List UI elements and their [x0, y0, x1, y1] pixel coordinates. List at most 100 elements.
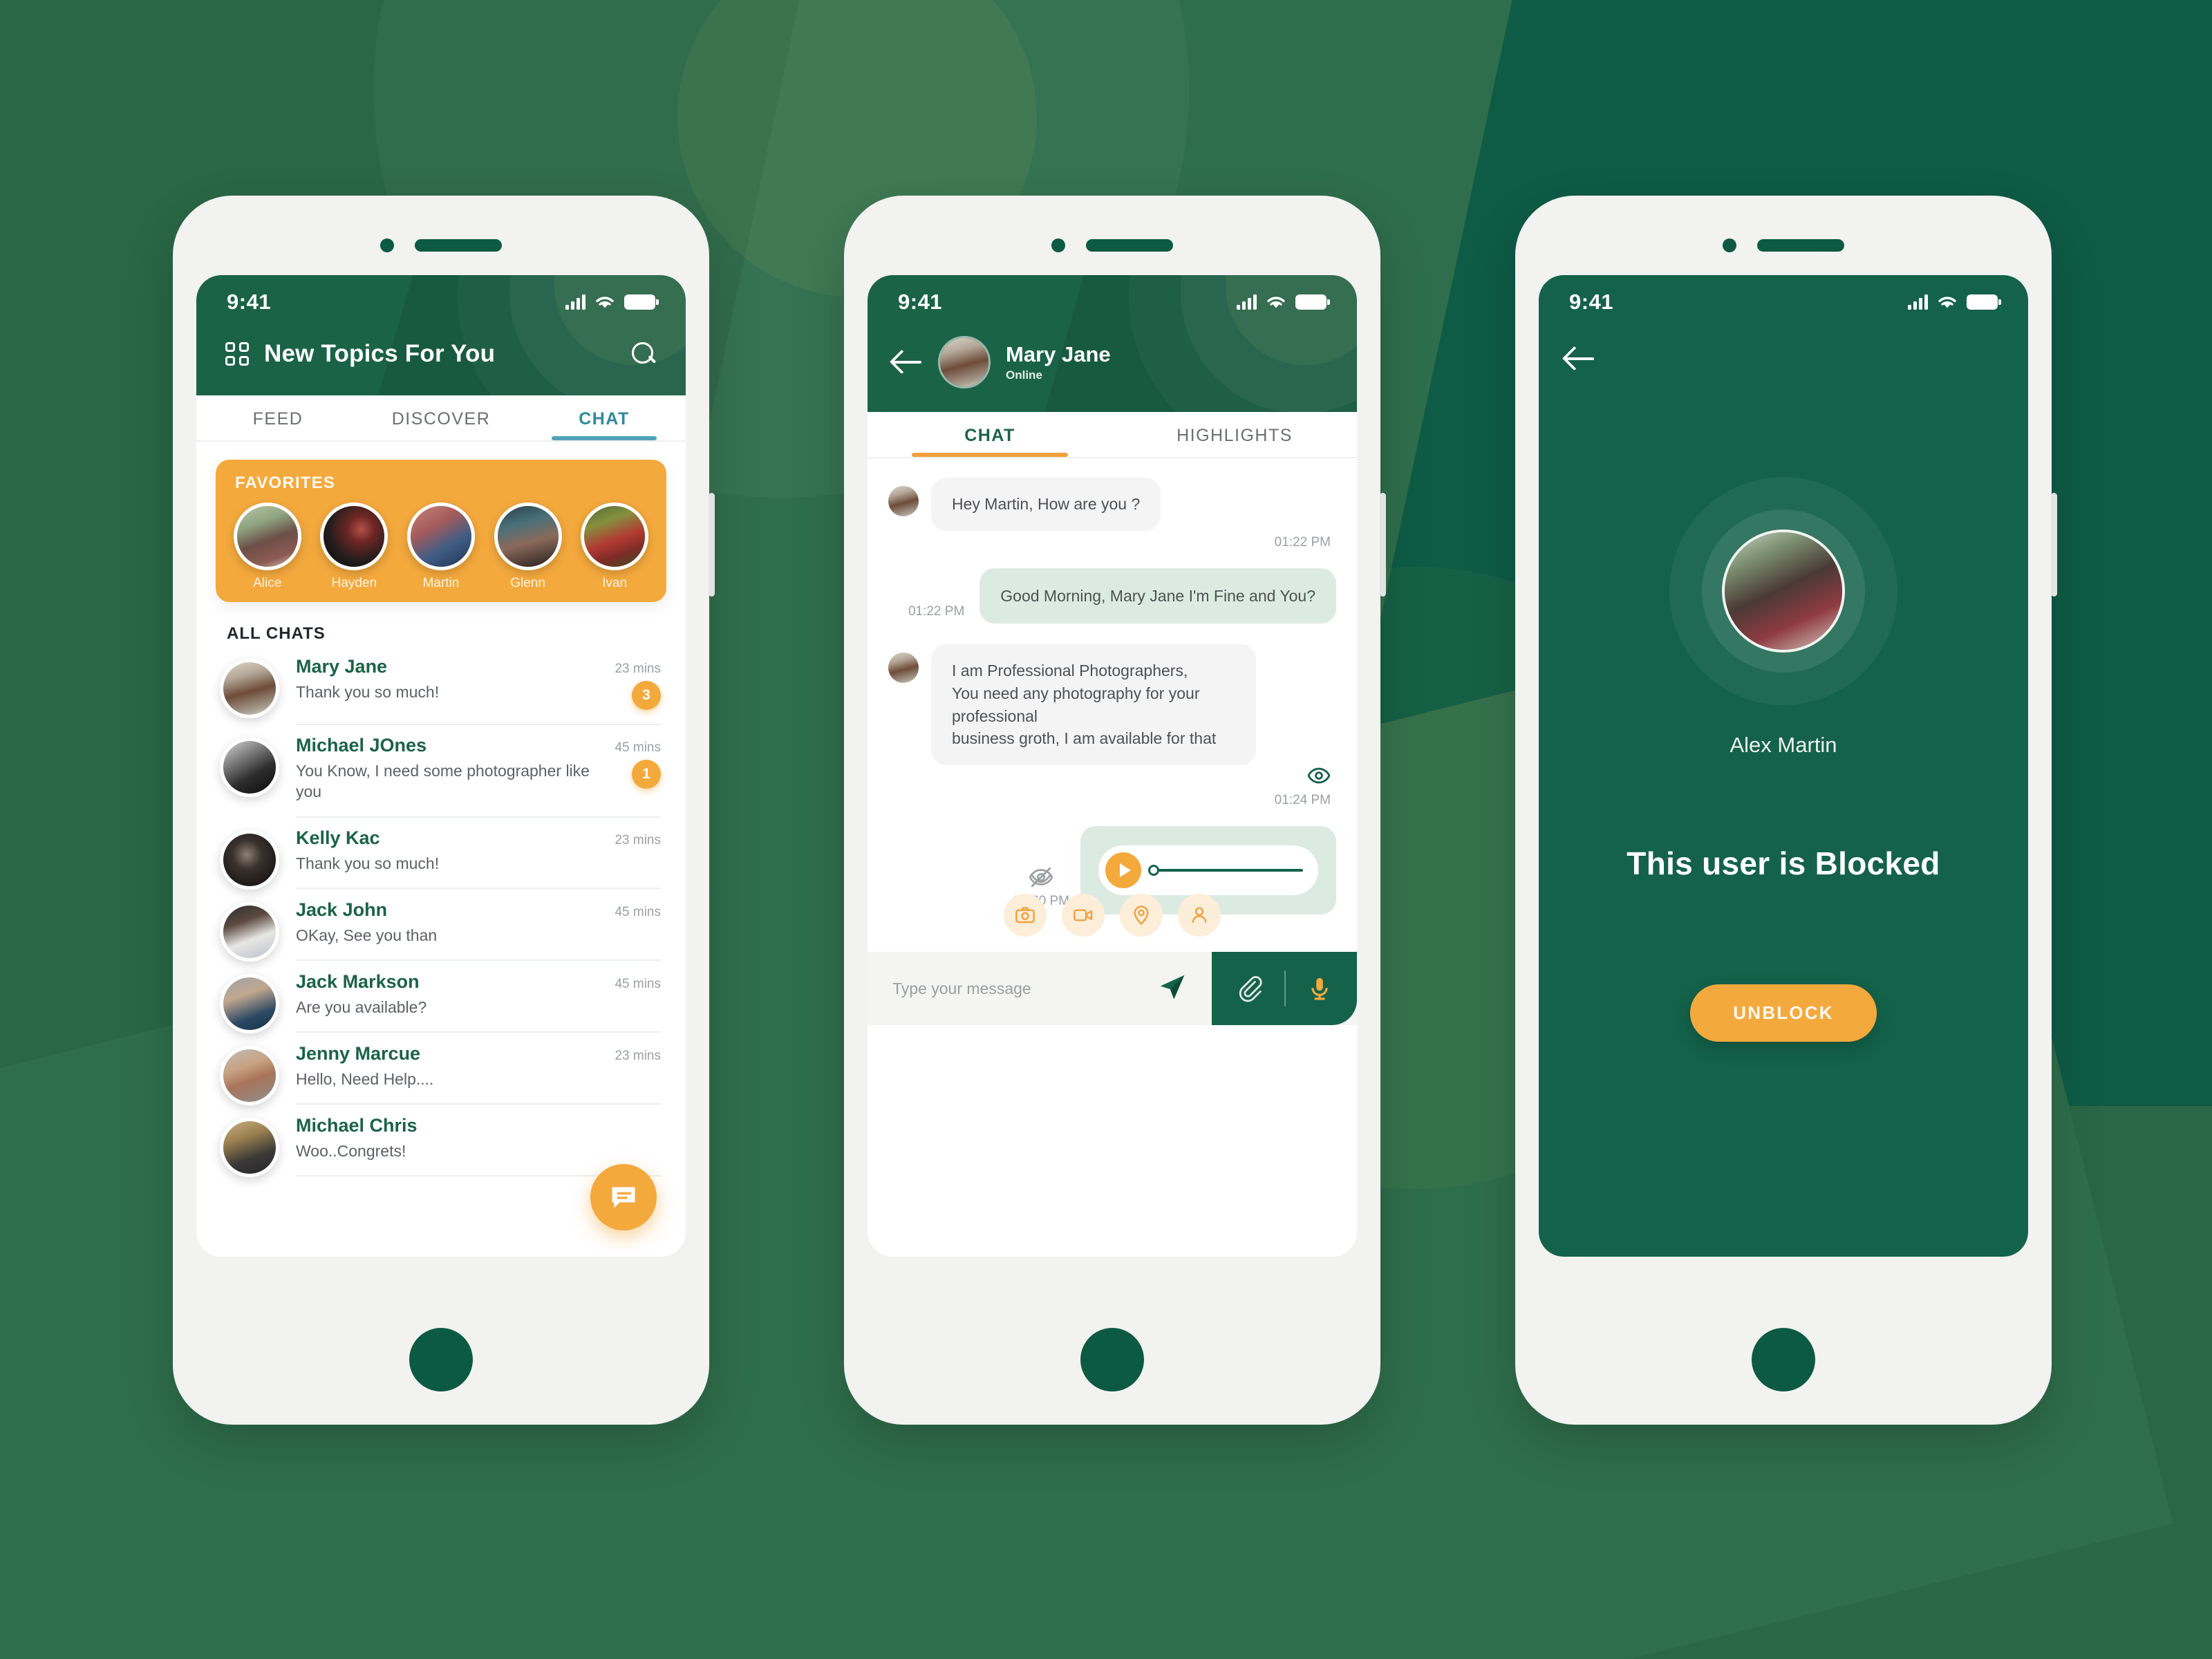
chat-contact-name: Michael JOnes	[296, 735, 427, 756]
page-title: New Topics For You	[264, 340, 496, 367]
avatar-photo	[497, 506, 559, 567]
chat-avatar[interactable]	[220, 830, 279, 890]
paperclip-icon[interactable]	[1236, 975, 1264, 1002]
message-avatar	[888, 653, 919, 684]
tab-chat[interactable]: CHAT	[523, 395, 686, 440]
chat-bubble-icon	[612, 1187, 635, 1208]
avatar-photo	[223, 741, 276, 794]
back-button[interactable]	[1565, 347, 1595, 371]
favorite-avatar[interactable]	[233, 503, 301, 570]
status-bar: 9:41	[1539, 275, 2028, 329]
chat-list-item[interactable]: Jack Markson Are you available? 45 mins	[196, 962, 686, 1033]
location-icon-button[interactable]	[1120, 894, 1163, 937]
conversation-app-bar: 9:41 Mary Jane Online	[868, 275, 1357, 412]
message-input[interactable]: Type your message	[868, 980, 1156, 998]
favorite-item[interactable]: Glenn	[494, 503, 562, 591]
chat-item-body: Jenny Marcue Hello, Need Help.... 23 mins	[296, 1043, 661, 1105]
home-button[interactable]	[1080, 1328, 1144, 1391]
phone-notch	[173, 238, 709, 252]
chat-item-meta: 23 mins	[615, 827, 661, 848]
tab-feed[interactable]: FEED	[196, 395, 359, 440]
battery-icon	[1295, 294, 1330, 310]
chat-preview-message: Thank you so much!	[296, 683, 440, 701]
avatar-photo	[223, 662, 276, 715]
wifi-icon	[1267, 296, 1285, 308]
blocked-user-name: Alex Martin	[1730, 733, 1837, 757]
chat-list-item[interactable]: Mary Jane Thank you so much! 23 mins 3	[196, 646, 686, 725]
cellular-bars-icon	[565, 294, 585, 310]
search-icon[interactable]	[630, 341, 657, 367]
tab-discover[interactable]: DISCOVER	[359, 395, 523, 440]
play-button[interactable]	[1105, 852, 1141, 888]
volume-button[interactable]	[2051, 493, 2057, 597]
favorite-item[interactable]: Martin	[406, 503, 475, 591]
favorite-avatar[interactable]	[494, 503, 562, 570]
favorite-item[interactable]: Ivan	[581, 503, 649, 591]
chat-avatar[interactable]	[220, 1045, 279, 1105]
tab-highlights-label: HIGHLIGHTS	[1177, 426, 1293, 445]
cellular-bars-icon	[1237, 294, 1257, 310]
peer-avatar[interactable]	[938, 336, 991, 388]
volume-button[interactable]	[1380, 493, 1386, 597]
phone-mockup-blocked-user: 9:41 Alex Martin This user is Blocked UN…	[1515, 196, 2057, 1425]
quick-actions-row	[868, 894, 1357, 937]
tab-highlights[interactable]: HIGHLIGHTS	[1112, 412, 1357, 457]
send-button[interactable]	[1156, 971, 1212, 1006]
audio-player[interactable]	[1098, 845, 1318, 895]
message-avatar	[888, 486, 919, 516]
chat-list-item[interactable]: Michael JOnes You Know, I need some photo…	[196, 725, 686, 818]
camera-icon-button[interactable]	[1004, 894, 1047, 937]
tab-discover-label: DISCOVER	[391, 409, 491, 429]
chat-item-body: Michael JOnes You Know, I need some photo…	[296, 735, 661, 818]
chat-item-meta: 45 mins	[615, 899, 661, 920]
message-timestamp: 01:22 PM	[908, 604, 965, 619]
back-arrow-icon	[1565, 347, 1595, 371]
chat-item-top: Kelly Kac Thank you so much! 23 mins	[296, 827, 661, 874]
chat-preview-message: Woo..Congrets!	[296, 1141, 406, 1160]
chat-preview-message: Hello, Need Help....	[296, 1069, 434, 1088]
avatar-photo	[410, 506, 471, 567]
favorite-avatar[interactable]	[320, 503, 388, 570]
contact-icon-button[interactable]	[1178, 894, 1221, 937]
home-button[interactable]	[1752, 1328, 1815, 1391]
home-button[interactable]	[409, 1328, 473, 1391]
earpiece-speaker	[1086, 239, 1173, 252]
chat-avatar[interactable]	[220, 659, 279, 718]
chat-avatar[interactable]	[220, 901, 279, 962]
screen-blocked-user: 9:41 Alex Martin This user is Blocked UN…	[1539, 275, 2028, 1257]
back-arrow-icon[interactable]	[892, 350, 923, 374]
chat-avatar[interactable]	[220, 738, 279, 797]
volume-button[interactable]	[709, 493, 715, 597]
microphone-icon[interactable]	[1306, 975, 1333, 1002]
message-bubble: Good Morning, Mary Jane I'm Fine and You…	[980, 568, 1336, 624]
chat-avatar[interactable]	[220, 973, 279, 1033]
status-time: 9:41	[898, 290, 943, 314]
favorite-item[interactable]: Hayden	[320, 503, 388, 591]
eye-seen-icon	[1307, 767, 1331, 784]
favorite-item[interactable]: Alice	[233, 503, 301, 591]
unblock-button[interactable]: UNBLOCK	[1690, 984, 1877, 1042]
play-triangle-icon	[1119, 863, 1131, 877]
chat-list-item[interactable]: Jenny Marcue Hello, Need Help.... 23 mins	[196, 1033, 686, 1105]
tab-chat[interactable]: CHAT	[868, 412, 1112, 457]
wifi-icon	[1938, 296, 1956, 308]
audio-progress-knob[interactable]	[1148, 864, 1159, 876]
audio-progress-track[interactable]	[1148, 864, 1303, 876]
chat-item-meta: 23 mins 3	[615, 656, 661, 710]
chat-avatar[interactable]	[220, 1117, 279, 1177]
message-bubble: I am Professional Photographers, You nee…	[931, 644, 1256, 765]
grid-menu-icon[interactable]	[225, 342, 249, 366]
video-icon-button[interactable]	[1062, 894, 1105, 937]
chat-list-item[interactable]: Jack John OKay, See you than 45 mins	[196, 890, 686, 962]
app-bar-row: New Topics For You	[196, 329, 686, 395]
favorite-avatar[interactable]	[581, 503, 649, 570]
screen-chat-list: 9:41 New Topics For You FEED DISCOVER CH…	[196, 275, 686, 1257]
chat-list-item[interactable]: Kelly Kac Thank you so much! 23 mins	[196, 818, 686, 890]
favorite-avatar[interactable]	[406, 503, 475, 570]
new-chat-fab[interactable]	[590, 1164, 657, 1230]
message-incoming: Hey Martin, How are you ?	[888, 478, 1336, 531]
chat-preview-message: OKay, See you than	[296, 926, 438, 944]
eye-off-icon	[1029, 867, 1053, 888]
message-seen-row	[888, 764, 1331, 787]
avatar-photo	[223, 833, 276, 886]
